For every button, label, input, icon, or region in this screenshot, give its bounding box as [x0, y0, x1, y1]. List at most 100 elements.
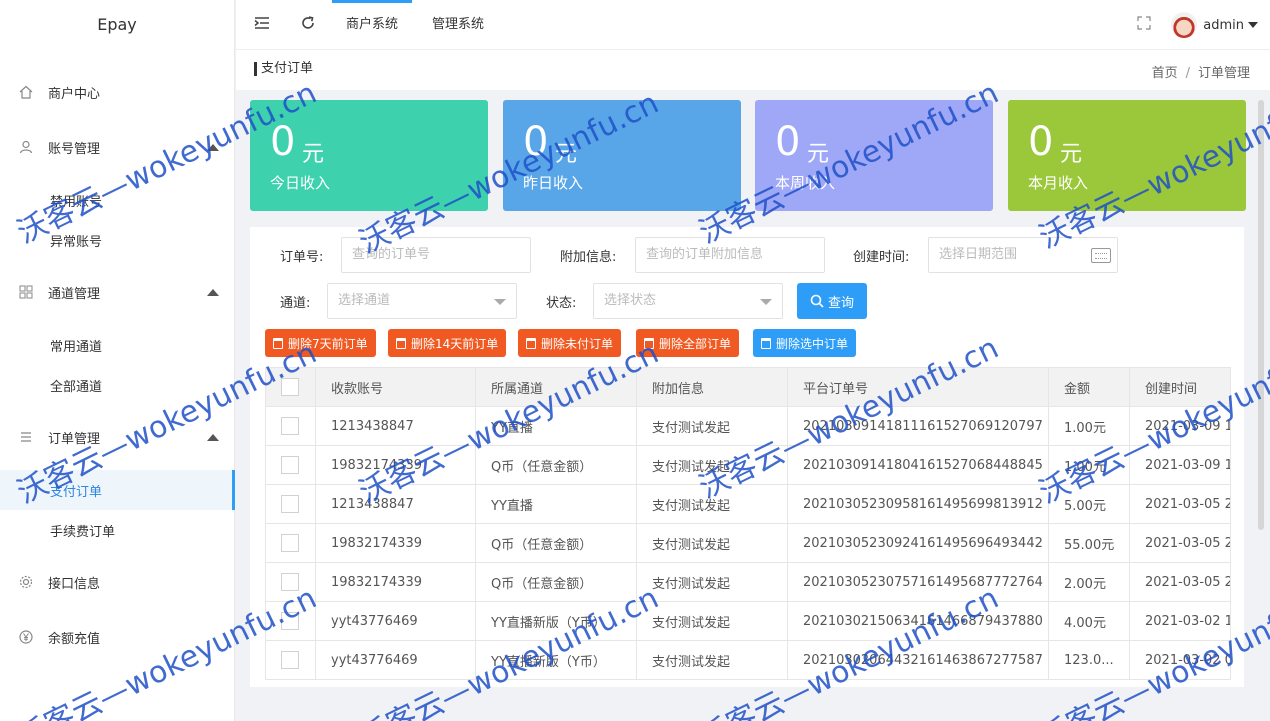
stat-value: 0: [1028, 119, 1054, 165]
table-cell: 20210305230958161495699813912: [787, 484, 1049, 524]
sidebar-sub-all-channels[interactable]: 全部通道: [0, 365, 235, 405]
sidebar-sub-common-channels[interactable]: 常用通道: [0, 325, 235, 365]
trash-icon: [761, 337, 771, 349]
order-no-input[interactable]: 查询的订单号: [341, 237, 531, 273]
select-cell[interactable]: [265, 562, 316, 602]
stat-label: 本月收入: [1028, 174, 1089, 192]
row-checkbox[interactable]: [281, 612, 299, 630]
table-cell: 19832174339: [315, 523, 476, 563]
table-cell: 55.00元: [1048, 523, 1130, 563]
delete-all-label: 删除全部订单: [659, 336, 732, 351]
row-checkbox[interactable]: [281, 417, 299, 435]
sidebar-item-channel-management[interactable]: 通道管理: [0, 272, 235, 312]
created-time-label: 创建时间:: [853, 250, 910, 265]
select-cell[interactable]: [265, 601, 316, 641]
apps-icon: [18, 284, 34, 300]
select-cell[interactable]: [265, 484, 316, 524]
stat-label: 今日收入: [270, 174, 331, 192]
delete-all-button[interactable]: 删除全部订单: [636, 329, 740, 357]
sidebar-item-label: 通道管理: [48, 286, 101, 302]
search-button-label: 查询: [827, 295, 854, 311]
table-cell: 支付测试发起: [636, 406, 788, 446]
sidebar: Epay 商户中心 账号管理 禁用账号 异常账号 通道管理 常用通道 全部通道 …: [0, 0, 235, 721]
table-header-row: 收款账号 所属通道 附加信息 平台订单号 金额 创建时间: [265, 367, 1231, 407]
date-range-input[interactable]: 选择日期范围: [928, 237, 1118, 273]
table-cell: 19832174339: [315, 562, 476, 602]
row-checkbox[interactable]: [281, 573, 299, 591]
table-cell: 5.00元: [1048, 484, 1130, 524]
breadcrumb-bar: 支付订单 首页 / 订单管理: [236, 50, 1270, 90]
table-row: 19832174339 Q币（任意金额） 支付测试发起 202103091418041…: [265, 445, 1231, 485]
table-cell: YY直播新版（Y币）: [475, 601, 637, 641]
trash-icon: [644, 337, 654, 349]
stat-unit: 元: [302, 142, 325, 167]
table-cell: 2021-03-09 1: [1129, 406, 1231, 446]
sidebar-item-label: 订单管理: [48, 431, 101, 447]
breadcrumb-home[interactable]: 首页: [1152, 66, 1178, 81]
sidebar-sub-label: 支付订单: [50, 485, 103, 500]
delete-14days-button[interactable]: 删除14天前订单: [388, 329, 507, 357]
table-row: 19832174339 Q币（任意金额） 支付测试发起 202103052307571…: [265, 562, 1231, 602]
table-cell: 20210305230924161495696493442: [787, 523, 1049, 563]
sidebar-sub-abnormal-accounts[interactable]: 异常账号: [0, 220, 235, 260]
tab-merchant-system[interactable]: 商户系统: [331, 0, 413, 50]
row-checkbox[interactable]: [281, 495, 299, 513]
scrollbar[interactable]: [1258, 100, 1264, 530]
user-menu[interactable]: admin: [1171, 12, 1258, 38]
table-cell: YY直播: [475, 484, 637, 524]
column-header: 平台订单号: [787, 367, 1049, 407]
row-checkbox[interactable]: [281, 456, 299, 474]
table-cell: 4.00元: [1048, 601, 1130, 641]
table-cell: 20210309141804161527068448845: [787, 445, 1049, 485]
channel-select[interactable]: 选择通道: [327, 283, 517, 319]
search-icon: [810, 294, 824, 308]
delete-7days-button[interactable]: 删除7天前订单: [265, 329, 376, 357]
delete-7days-label: 删除7天前订单: [288, 336, 368, 351]
table-cell: 支付测试发起: [636, 562, 788, 602]
select-cell[interactable]: [265, 406, 316, 446]
stat-unit: 元: [1060, 142, 1083, 167]
select-all-checkbox[interactable]: [281, 378, 299, 396]
sidebar-item-api-info[interactable]: 接口信息: [0, 562, 235, 602]
table-cell: 1.00元: [1048, 406, 1130, 446]
sidebar-sub-payment-orders[interactable]: 支付订单: [0, 470, 235, 510]
sidebar-item-account-management[interactable]: 账号管理: [0, 127, 235, 167]
table-cell: yyt43776469: [315, 640, 476, 680]
sidebar-item-balance-recharge[interactable]: 余额充值: [0, 617, 235, 657]
status-select[interactable]: 选择状态: [593, 283, 783, 319]
sidebar-sub-disabled-accounts[interactable]: 禁用账号: [0, 180, 235, 220]
delete-selected-button[interactable]: 删除选中订单: [753, 329, 857, 357]
top-header: 商户系统 管理系统 admin: [236, 0, 1270, 50]
row-checkbox[interactable]: [281, 651, 299, 669]
yen-icon: [18, 629, 34, 645]
refresh-icon[interactable]: [298, 15, 318, 35]
menu-toggle-icon[interactable]: [252, 15, 272, 35]
stat-card-month: 0 元 本月收入: [1008, 100, 1246, 211]
brand-logo: Epay: [97, 15, 137, 34]
select-cell[interactable]: [265, 523, 316, 563]
table-cell: YY直播新版（Y币）: [475, 640, 637, 680]
select-all-cell[interactable]: [265, 367, 316, 407]
extra-info-input[interactable]: 查询的订单附加信息: [635, 237, 825, 273]
select-cell[interactable]: [265, 445, 316, 485]
select-cell[interactable]: [265, 640, 316, 680]
tab-admin-system[interactable]: 管理系统: [432, 0, 484, 50]
table-cell: 1.00元: [1048, 445, 1130, 485]
delete-unpaid-button[interactable]: 删除未付订单: [518, 329, 622, 357]
sidebar-item-order-management[interactable]: 订单管理: [0, 417, 235, 457]
page-title: 支付订单: [254, 62, 313, 76]
table-cell: 2021-03-05 2: [1129, 523, 1231, 563]
sidebar-item-merchant-center[interactable]: 商户中心: [0, 72, 235, 112]
breadcrumb-separator: /: [1185, 66, 1190, 81]
stat-value: 0: [523, 119, 549, 165]
table-cell: 20210302150634161466879437880: [787, 601, 1049, 641]
table-cell: Q币（任意金额）: [475, 562, 637, 602]
stat-card-yesterday: 0 元 昨日收入: [503, 100, 741, 211]
fullscreen-icon[interactable]: [1134, 15, 1154, 35]
search-button[interactable]: 查询: [797, 283, 867, 319]
row-checkbox[interactable]: [281, 534, 299, 552]
sidebar-sub-fee-orders[interactable]: 手续费订单: [0, 510, 235, 550]
table-row: 19832174339 Q币（任意金额） 支付测试发起 202103052309241…: [265, 523, 1231, 563]
table-cell: 2021-03-05 2: [1129, 562, 1231, 602]
column-header: 附加信息: [636, 367, 788, 407]
